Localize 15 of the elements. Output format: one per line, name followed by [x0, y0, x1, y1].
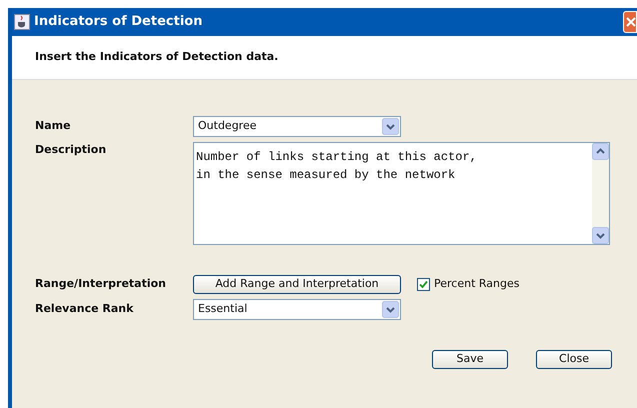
field-label: Name — [35, 118, 72, 134]
checkbox-label: Percent Ranges — [434, 276, 520, 292]
field-label: Relevance Rank — [35, 301, 134, 318]
window-title: Indicators of Detection — [34, 13, 202, 32]
dropdown[interactable]: Outdegree — [193, 116, 401, 137]
dropdown[interactable]: Essential — [193, 299, 401, 320]
description-text-line: Number of links starting at this actor, — [196, 149, 477, 166]
add-range-button[interactable]: Add Range and Interpretation — [193, 274, 401, 294]
description-text-line: in the sense measured by the network — [196, 167, 456, 184]
dialog-button[interactable]: Close — [536, 350, 612, 369]
description-text-area[interactable]: Number of links starting at this actor, in the sense measured by the network — [193, 142, 610, 245]
dialog-button[interactable]: Save — [432, 350, 508, 369]
field-label: Range/Interpretation — [35, 276, 168, 292]
header-text: Insert the Indicators of Detection data. — [35, 49, 278, 66]
field-label: Description — [35, 142, 108, 158]
